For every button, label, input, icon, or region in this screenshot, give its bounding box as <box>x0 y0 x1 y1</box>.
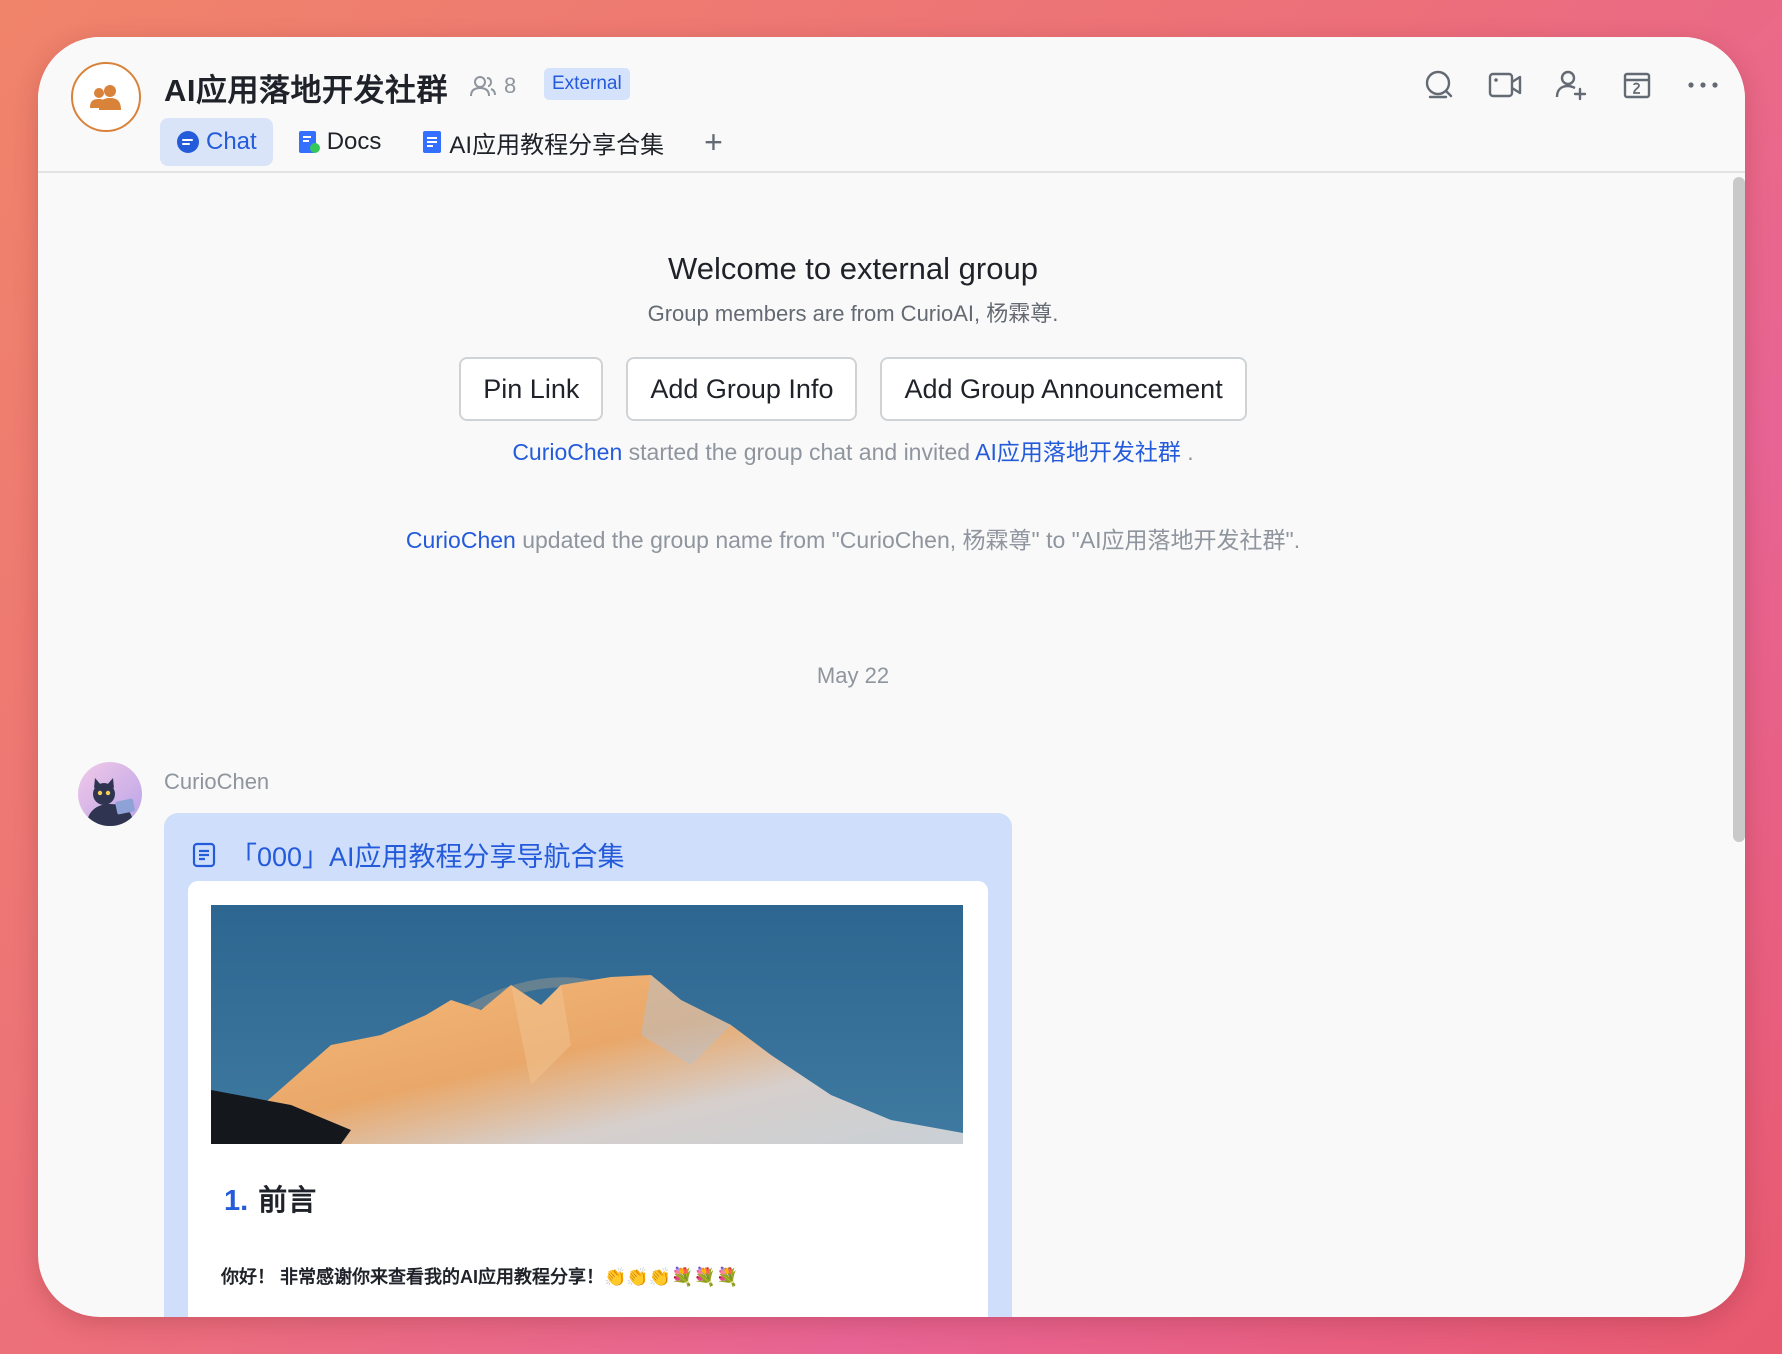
search-icon[interactable] <box>1421 67 1457 103</box>
message-sender[interactable]: CurioChen <box>164 769 269 795</box>
header-actions <box>1421 67 1721 103</box>
chat-bubble-icon <box>177 131 199 153</box>
chat-header: AI应用落地开发社群 8 External Chat Docs AI应用教程分享… <box>38 37 1745 173</box>
date-separator: May 22 <box>816 663 890 688</box>
tab-docs[interactable]: Docs <box>281 118 398 166</box>
scrollbar[interactable] <box>1733 177 1745 842</box>
tab-chat-label: Chat <box>206 128 257 155</box>
system-text: updated the group name from "CurioChen, … <box>515 527 1301 553</box>
doc-title-link[interactable]: 「000」AI应用教程分享导航合集 <box>230 835 625 874</box>
mountain-cover-image <box>211 905 963 1144</box>
chat-window: AI应用落地开发社群 8 External Chat Docs AI应用教程分享… <box>38 37 1745 1317</box>
tab-bar: Chat Docs AI应用教程分享合集 + <box>160 118 747 166</box>
docs-icon <box>298 131 320 153</box>
add-group-announcement-button[interactable]: Add Group Announcement <box>880 357 1247 421</box>
video-call-icon[interactable] <box>1487 67 1523 103</box>
add-group-info-button[interactable]: Add Group Info <box>626 357 858 421</box>
tab-docs-label: Docs <box>326 128 382 155</box>
avatar[interactable] <box>78 762 142 826</box>
group-title[interactable]: AI应用落地开发社群 <box>164 65 448 110</box>
doc-message-card[interactable]: 「000」AI应用教程分享导航合集 1. 前言 你好！ 非常感谢你来查看我的AI… <box>164 813 1012 1317</box>
add-member-icon[interactable] <box>1553 67 1589 103</box>
welcome-title: Welcome to external group <box>668 251 1038 286</box>
group-avatar[interactable] <box>71 62 141 132</box>
cat-avatar-icon <box>78 762 142 826</box>
doc-section-heading: 1. 前言 <box>224 1177 316 1219</box>
section-number: 1. <box>224 1185 249 1217</box>
pin-link-button[interactable]: Pin Link <box>459 357 604 421</box>
document-icon <box>423 131 442 153</box>
message-list[interactable]: Welcome to external group Group members … <box>38 173 1745 1317</box>
doc-card-header: 「000」AI应用教程分享导航合集 <box>192 835 625 874</box>
system-message-renamed: CurioChen updated the group name from "C… <box>38 521 1668 555</box>
document-icon <box>192 842 216 867</box>
doc-preview[interactable]: 1. 前言 你好！ 非常感谢你来查看我的AI应用教程分享！👏👏👏💐💐💐 <box>188 881 988 1317</box>
group-link[interactable]: AI应用落地开发社群 <box>975 439 1181 465</box>
calendar-icon[interactable] <box>1619 67 1655 103</box>
members-icon <box>470 76 496 97</box>
doc-body-text: 你好！ 非常感谢你来查看我的AI应用教程分享！👏👏👏💐💐💐 <box>221 1267 739 1287</box>
system-text-end: . <box>1180 439 1194 465</box>
more-icon[interactable] <box>1685 67 1721 103</box>
add-tab-button[interactable]: + <box>688 118 739 166</box>
system-message-started: CurioChen started the group chat and inv… <box>38 433 1668 467</box>
tab-tutorial-collection[interactable]: AI应用教程分享合集 <box>405 118 680 166</box>
actor-link[interactable]: CurioChen <box>512 439 622 465</box>
add-tab-icon: + <box>704 123 723 160</box>
welcome-subtitle: Group members are from CurioAI, 杨霖尊. <box>647 301 1059 326</box>
external-badge: External <box>544 68 630 100</box>
member-count-value: 8 <box>504 73 517 98</box>
tab-chat[interactable]: Chat <box>160 118 273 166</box>
section-title: 前言 <box>258 1185 317 1217</box>
group-actions: Pin Link Add Group Info Add Group Announ… <box>38 357 1668 421</box>
member-count[interactable]: 8 <box>470 73 516 99</box>
tab-tutorial-label: AI应用教程分享合集 <box>449 131 665 159</box>
group-people-icon <box>90 85 121 110</box>
actor-link[interactable]: CurioChen <box>406 527 516 553</box>
system-text: started the group chat and invited <box>622 439 976 465</box>
